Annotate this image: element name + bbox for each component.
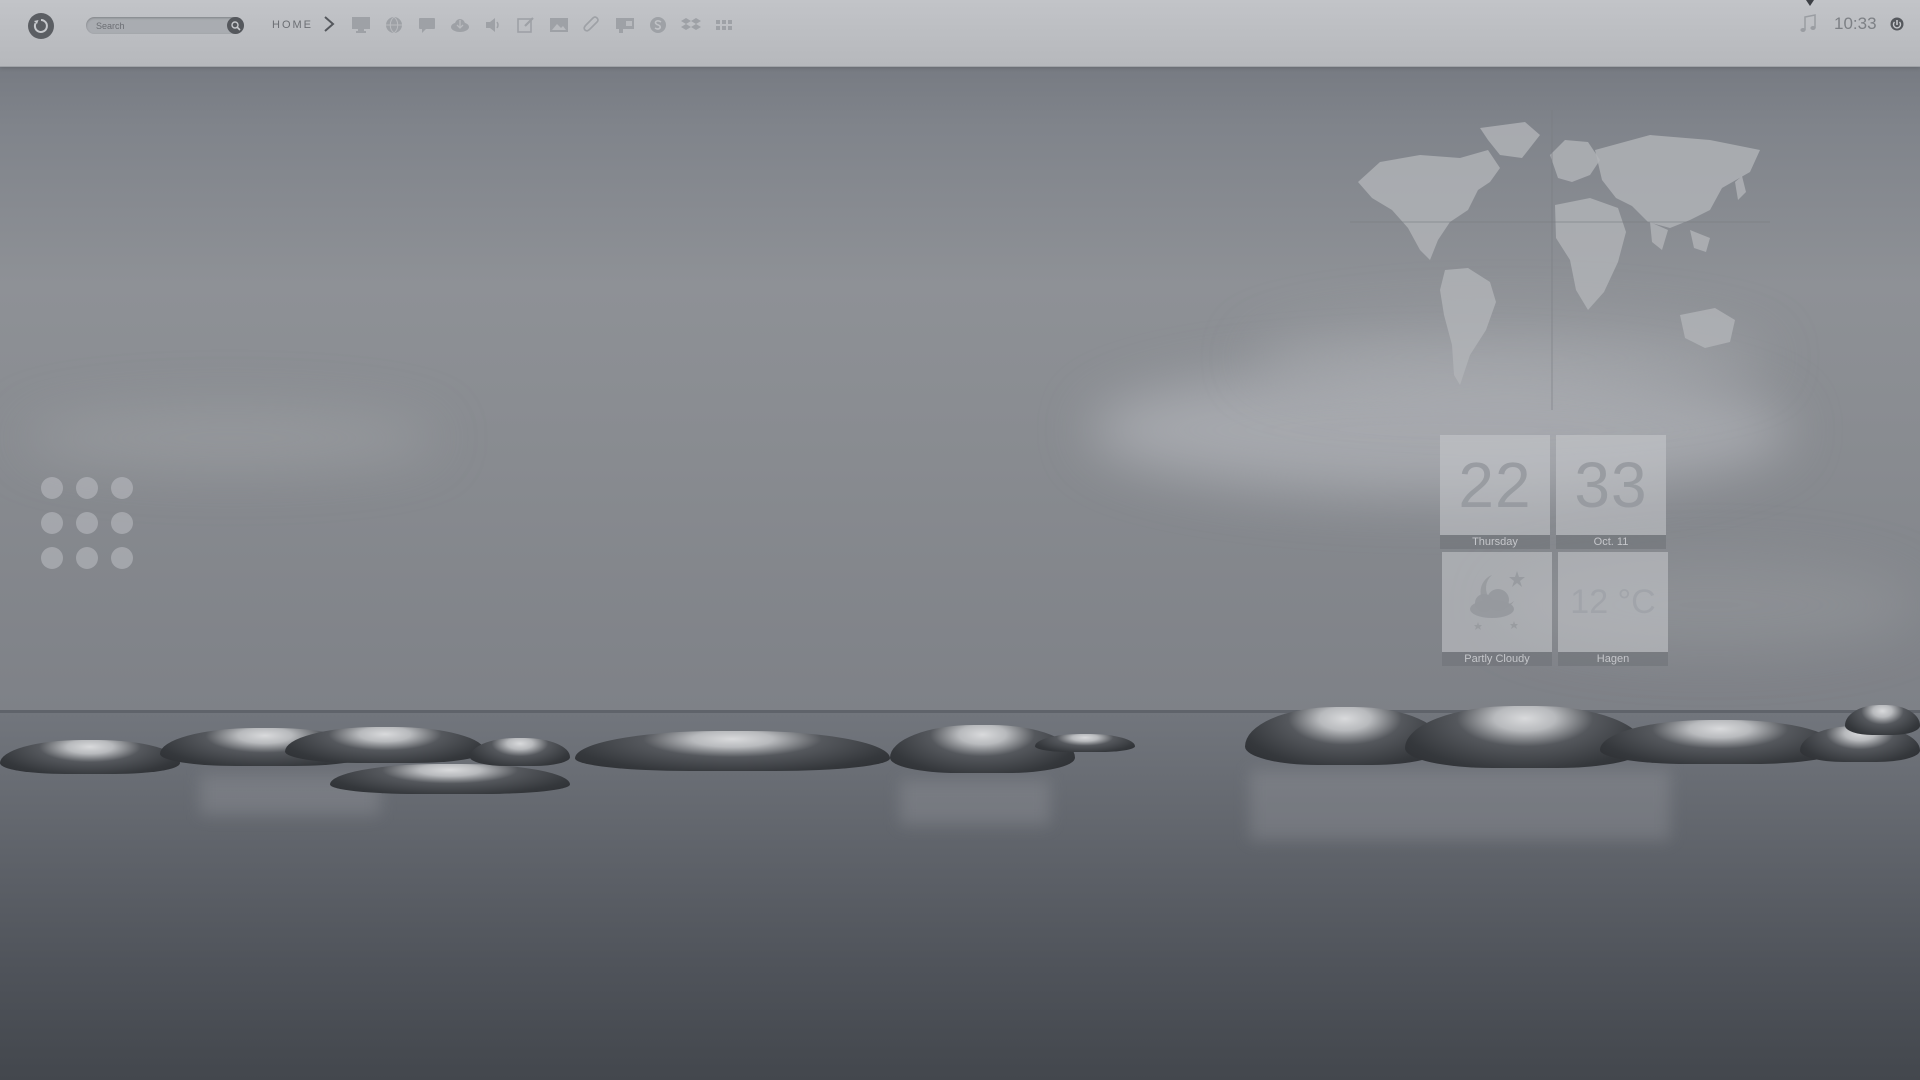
dropdown-marker xyxy=(1806,0,1814,6)
temperature-value: 12 °C xyxy=(1570,583,1656,621)
cloud xyxy=(20,408,440,468)
app-dot[interactable] xyxy=(76,477,98,499)
date-label: Oct. 11 xyxy=(1556,535,1666,549)
grid-icon[interactable] xyxy=(713,14,735,36)
world-map-widget xyxy=(1350,110,1770,410)
horizon xyxy=(0,710,1920,713)
minute-tile[interactable]: 33 xyxy=(1556,435,1666,535)
app-dot[interactable] xyxy=(76,547,98,569)
chat-icon[interactable] xyxy=(416,14,438,36)
image-icon[interactable] xyxy=(548,14,570,36)
music-note-icon[interactable] xyxy=(1797,13,1819,35)
app-launcher-grid[interactable] xyxy=(41,477,141,573)
app-dot[interactable] xyxy=(41,547,63,569)
minute-value: 33 xyxy=(1574,449,1648,521)
weather-condition-label: Partly Cloudy xyxy=(1442,652,1552,666)
search-input[interactable] xyxy=(96,17,216,34)
rock xyxy=(470,738,570,766)
app-dot[interactable] xyxy=(111,547,133,569)
rock-reflection xyxy=(900,780,1050,825)
skype-icon[interactable] xyxy=(647,14,669,36)
system-logo-button[interactable] xyxy=(28,13,54,39)
speaker-icon[interactable] xyxy=(482,14,504,36)
paperclip-icon[interactable] xyxy=(581,14,603,36)
presentation-icon[interactable] xyxy=(614,14,636,36)
temperature-tile[interactable]: 12 °C xyxy=(1558,552,1668,652)
monitor-icon[interactable] xyxy=(350,14,372,36)
search-button[interactable] xyxy=(227,17,244,34)
search-box xyxy=(86,17,244,34)
partly-cloudy-night-icon xyxy=(1470,571,1525,630)
rock xyxy=(330,764,570,794)
power-icon[interactable] xyxy=(1890,17,1904,31)
app-dot[interactable] xyxy=(111,512,133,534)
time-weather-tiles: 22 Thursday 33 Oct. 11 Partly Cloudy 12 … xyxy=(1440,435,1672,667)
rock xyxy=(1035,734,1135,752)
day-label: Thursday xyxy=(1440,535,1550,549)
rock xyxy=(1845,705,1920,735)
hour-value: 22 xyxy=(1458,449,1532,521)
rock-reflection xyxy=(1250,770,1670,840)
search-icon xyxy=(230,20,241,31)
top-bar: HOME xyxy=(0,0,1920,67)
clock: 10:33 xyxy=(1834,14,1877,33)
globe-icon[interactable] xyxy=(383,14,405,36)
home-link[interactable]: HOME xyxy=(272,19,313,31)
app-dot[interactable] xyxy=(76,512,98,534)
app-dot[interactable] xyxy=(41,477,63,499)
rock xyxy=(285,727,485,763)
toolbar-icons xyxy=(350,14,735,36)
cloud-icon[interactable] xyxy=(449,14,471,36)
location-label: Hagen xyxy=(1558,652,1668,666)
weather-tile[interactable] xyxy=(1442,552,1552,652)
chevron-right-icon xyxy=(324,16,335,32)
rock xyxy=(0,740,180,774)
hour-tile[interactable]: 22 xyxy=(1440,435,1550,535)
app-dot[interactable] xyxy=(41,512,63,534)
edit-icon[interactable] xyxy=(515,14,537,36)
refresh-logo-icon xyxy=(33,19,48,33)
dropbox-icon[interactable] xyxy=(680,14,702,36)
app-dot[interactable] xyxy=(111,477,133,499)
